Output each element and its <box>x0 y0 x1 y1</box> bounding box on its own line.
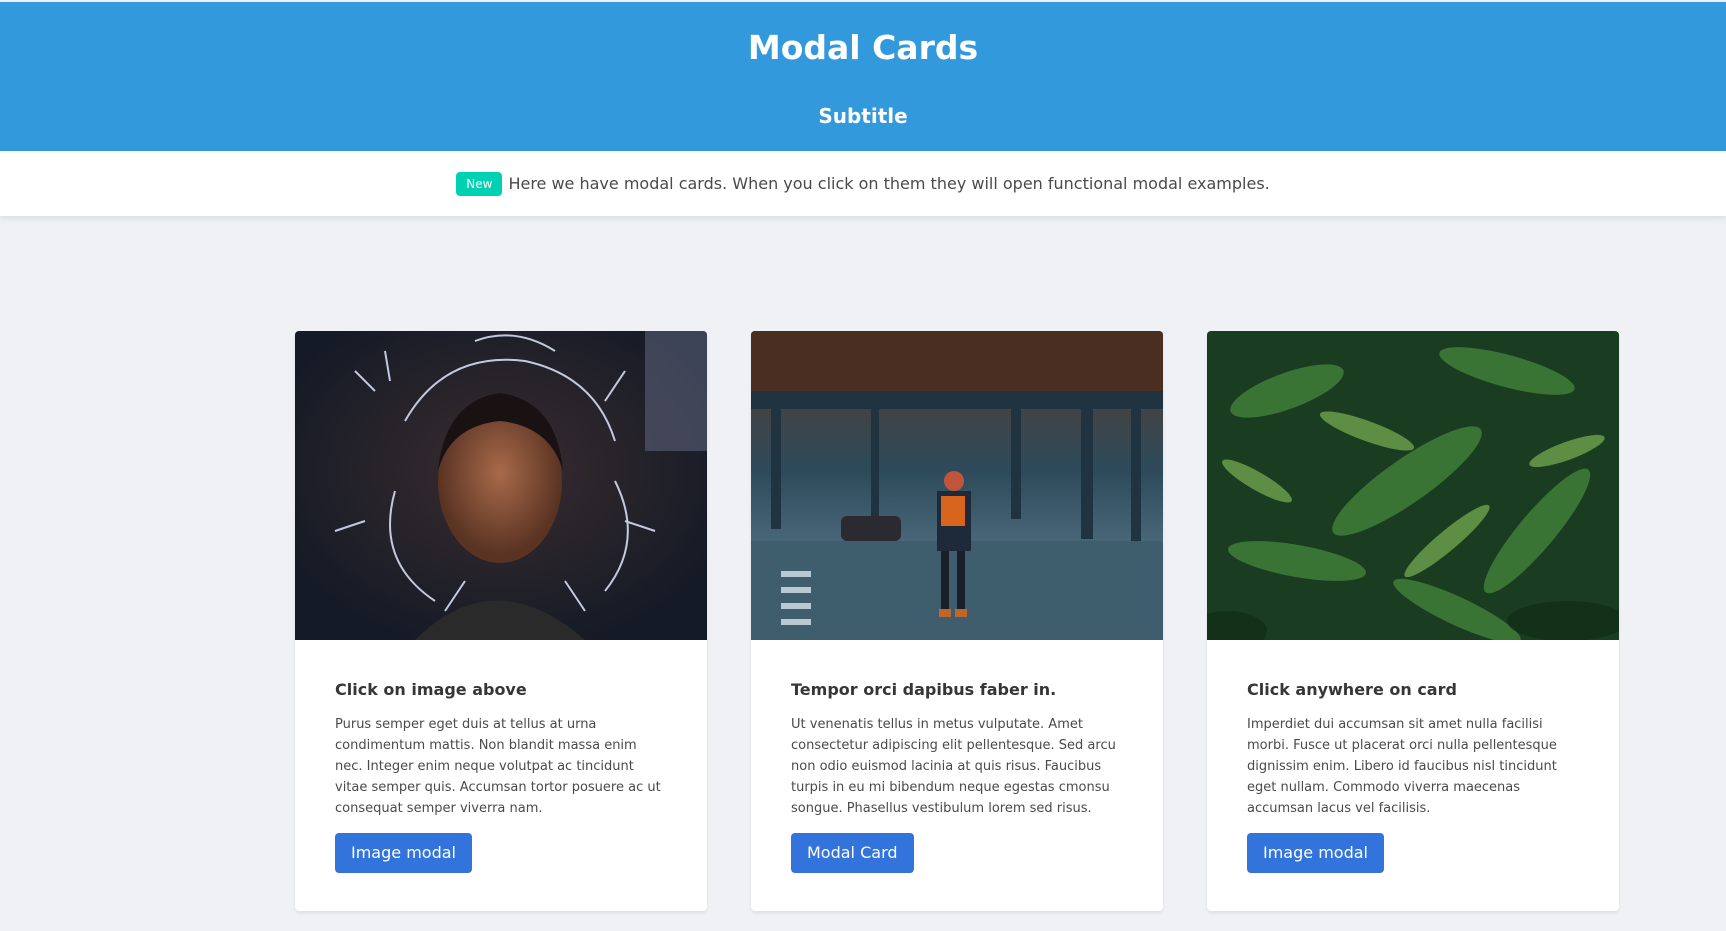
city-street-image <box>751 331 1163 640</box>
page-subtitle: Subtitle <box>818 104 908 128</box>
card-title: Click anywhere on card <box>1247 680 1457 699</box>
image-modal-button[interactable]: Image modal <box>335 833 472 873</box>
fern-leaves-image <box>1207 331 1619 640</box>
card-description: Purus semper eget duis at tellus at urna… <box>335 717 661 816</box>
hero-banner: Modal Cards Subtitle <box>0 2 1726 151</box>
page-title: Modal Cards <box>747 28 979 67</box>
card-description: Ut venenatis tellus in metus vulputate. … <box>791 717 1116 816</box>
card-title: Click on image above <box>335 680 527 699</box>
modal-card-button[interactable]: Modal Card <box>791 833 914 873</box>
image-modal-button[interactable]: Image modal <box>1247 833 1384 873</box>
modal-card-3[interactable]: Click anywhere on card Imperdiet dui acc… <box>1207 331 1619 911</box>
sparkler-portrait-image[interactable] <box>295 331 707 640</box>
notice-text: Here we have modal cards. When you click… <box>508 174 1270 193</box>
modal-card-2: Tempor orci dapibus faber in. Ut venenat… <box>751 331 1163 911</box>
notice-bar: New Here we have modal cards. When you c… <box>0 151 1726 216</box>
card-description: Imperdiet dui accumsan sit amet nulla fa… <box>1247 717 1557 816</box>
new-tag: New <box>456 171 503 196</box>
modal-card-1: Click on image above Purus semper eget d… <box>295 331 707 911</box>
card-title: Tempor orci dapibus faber in. <box>791 680 1057 699</box>
